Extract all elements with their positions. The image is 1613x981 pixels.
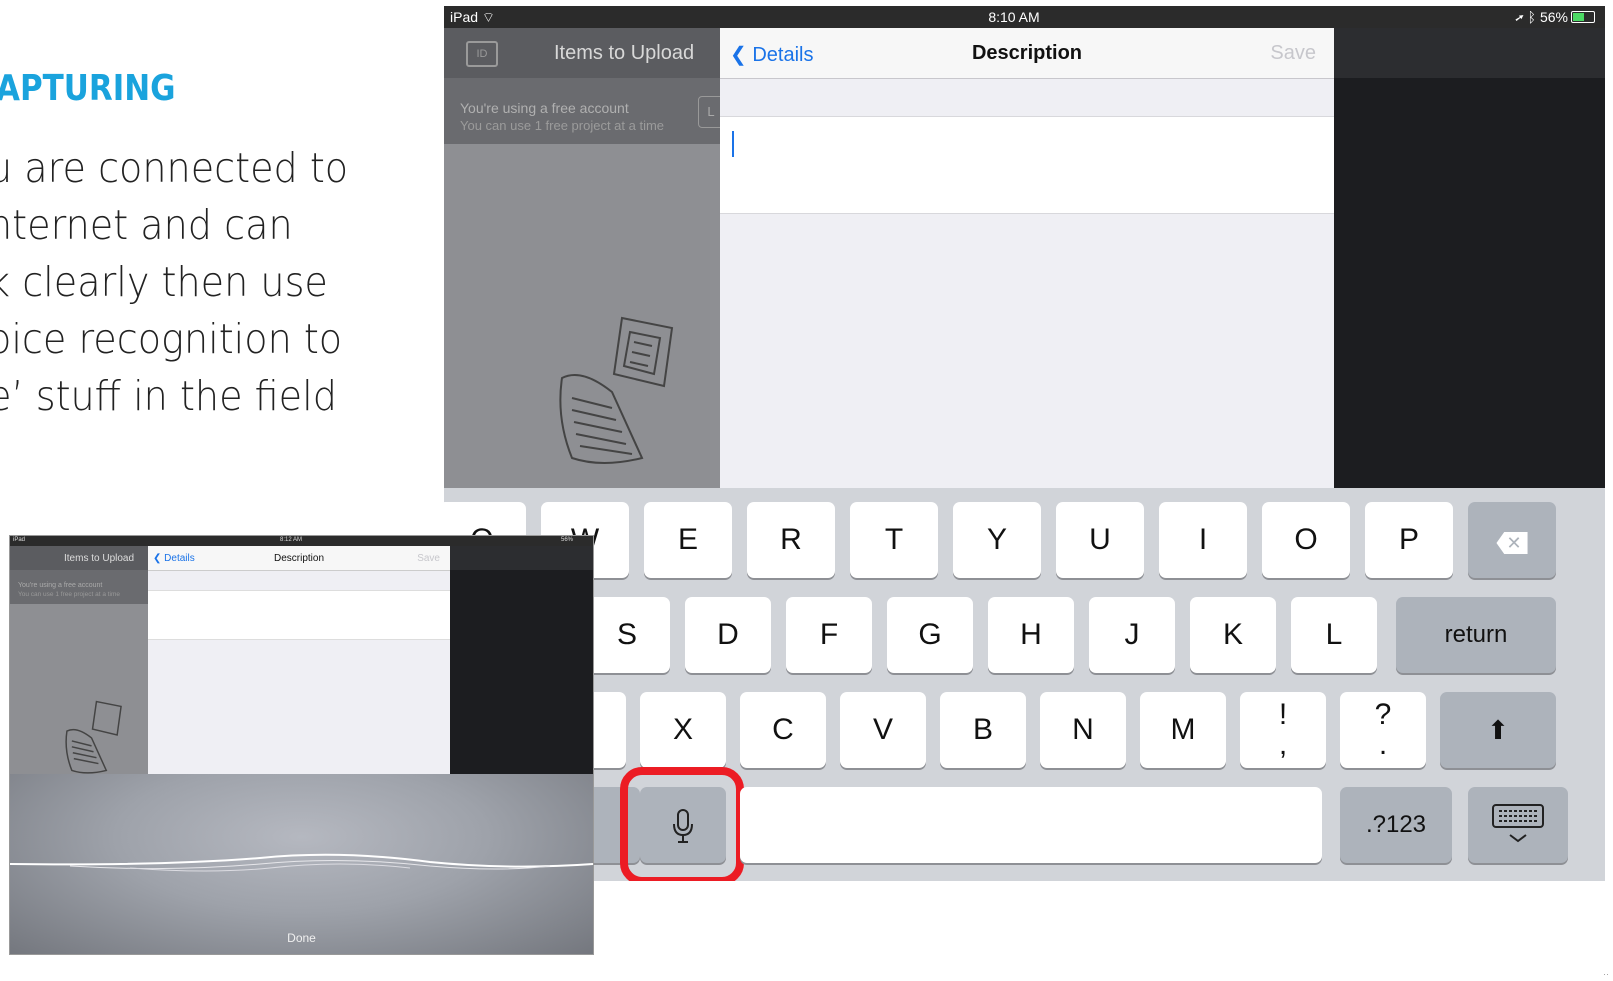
status-device: iPad ⌔ [450,9,496,25]
right-navbar [1334,28,1605,78]
key-o[interactable]: O [1262,502,1350,578]
onscreen-keyboard: Q W E R T Y U I O P ✕ S D F G H J K L re… [444,488,1605,881]
key-n[interactable]: N [1040,692,1126,768]
bluetooth-icon: ᛒ [1527,9,1537,25]
dictation-highlight-box [620,767,744,881]
key-t[interactable]: T [850,502,938,578]
shift-arrow-icon: ⬆ [1487,715,1509,745]
key-b[interactable]: B [940,692,1026,768]
inset-documents-illustration [65,700,122,774]
text-caret [732,131,734,157]
background-dark-pane [1334,28,1605,488]
key-d[interactable]: D [685,597,771,673]
key-u[interactable]: U [1056,502,1144,578]
slide-body-line: e’ stuff in the field [0,372,337,420]
key-c[interactable]: C [740,692,826,768]
items-to-upload-pane: ID Items to Upload You're using a free a… [444,28,724,488]
key-y[interactable]: Y [953,502,1041,578]
inset-description-sheet: ❮ Details Description Save [148,546,450,774]
inset-left-pane: Items to Upload You're using a free acco… [10,546,148,774]
slide-corner-mark: ·· [1603,969,1609,979]
description-text-field[interactable] [720,116,1334,214]
shift-key[interactable]: ⬆ [1440,692,1556,768]
status-right: ➚ ᛒ 56% [1515,9,1595,25]
key-v[interactable]: V [840,692,926,768]
key-h[interactable]: H [988,597,1074,673]
inset-status-device: iPad [13,537,26,543]
key-j[interactable]: J [1089,597,1175,673]
slide-body-line: nternet and can [0,201,293,249]
inset-save-button[interactable]: Save [417,553,440,564]
inset-banner-line-1: You're using a free account [18,582,103,589]
sheet-title: Description [971,42,1083,64]
left-pane-title: Items to Upload [554,42,695,64]
voice-waveform [10,853,593,872]
banner-line-2: You can use 1 free project at a time [460,118,665,133]
key-f[interactable]: F [786,597,872,673]
empty-documents-illustration [559,316,674,464]
inset-banner-line-2: You can use 1 free project at a time [18,591,121,598]
status-bar: iPad ⌔ 8:10 AM ➚ ᛒ 56% [444,6,1605,28]
inset-right-navbar [450,546,593,570]
status-time: 8:10 AM [988,9,1040,25]
wifi-icon: ⌔ [481,9,496,25]
hide-keyboard-key[interactable] [1468,787,1568,863]
key-question-period[interactable]: ? . [1340,692,1426,768]
key-g[interactable]: G [887,597,973,673]
save-button[interactable]: Save [1270,42,1316,65]
description-sheet: ❮ Details Description Save [720,28,1334,488]
keyboard-dismiss-icon [1492,804,1544,843]
id-card-icon[interactable]: ID [466,41,498,67]
key-top-char: ? [1374,698,1392,731]
key-e[interactable]: E [644,502,732,578]
inset-status-time: 8:12 AM [280,537,303,543]
location-icon: ➚ [1515,9,1524,25]
key-top-char: ! [1278,698,1288,731]
key-exclaim-comma[interactable]: ! , [1240,692,1326,768]
key-s[interactable]: S [584,597,670,673]
dictation-panel: Done [10,774,593,954]
key-p[interactable]: P [1365,502,1453,578]
banner-line-1: You're using a free account [460,100,629,116]
inset-description-field[interactable] [148,590,450,640]
return-key[interactable]: return [1396,597,1556,673]
ipad-screenshot-dictation: iPad 8:12 AM 56% Items to Upload You're … [10,536,593,954]
slide-body-line: oice recognition to [0,315,343,363]
ipad-screenshot-main: iPad ⌔ 8:10 AM ➚ ᛒ 56% ID Items to Uploa… [444,6,1605,881]
key-bottom-char: . [1378,728,1388,761]
key-bottom-char: , [1278,728,1288,761]
inset-dark-pane [450,546,593,774]
key-r[interactable]: R [747,502,835,578]
battery-percent: 56% [1539,9,1568,25]
key-l[interactable]: L [1291,597,1377,673]
space-bar[interactable] [740,787,1322,863]
numbers-key[interactable]: .?123 [1340,787,1452,863]
key-x[interactable]: X [640,692,726,768]
slide-body-line: u are connected to [0,144,349,192]
key-i[interactable]: I [1159,502,1247,578]
inset-left-title: Items to Upload [64,553,135,564]
slide-body: u are connected to nternet and can k cle… [0,140,408,425]
battery-icon [1571,11,1595,23]
delete-key[interactable]: ✕ [1468,502,1556,578]
inset-status-battery: 56% [560,537,573,543]
slide-body-line: k clearly then use [0,258,328,306]
backspace-icon: ✕ [1496,532,1528,554]
key-m[interactable]: M [1140,692,1226,768]
slide-heading: APTURING [0,68,176,109]
key-k[interactable]: K [1190,597,1276,673]
inset-status-bar: iPad 8:12 AM 56% [10,536,593,546]
done-button[interactable]: Done [10,931,593,945]
inset-sheet-title: Description [273,553,325,564]
